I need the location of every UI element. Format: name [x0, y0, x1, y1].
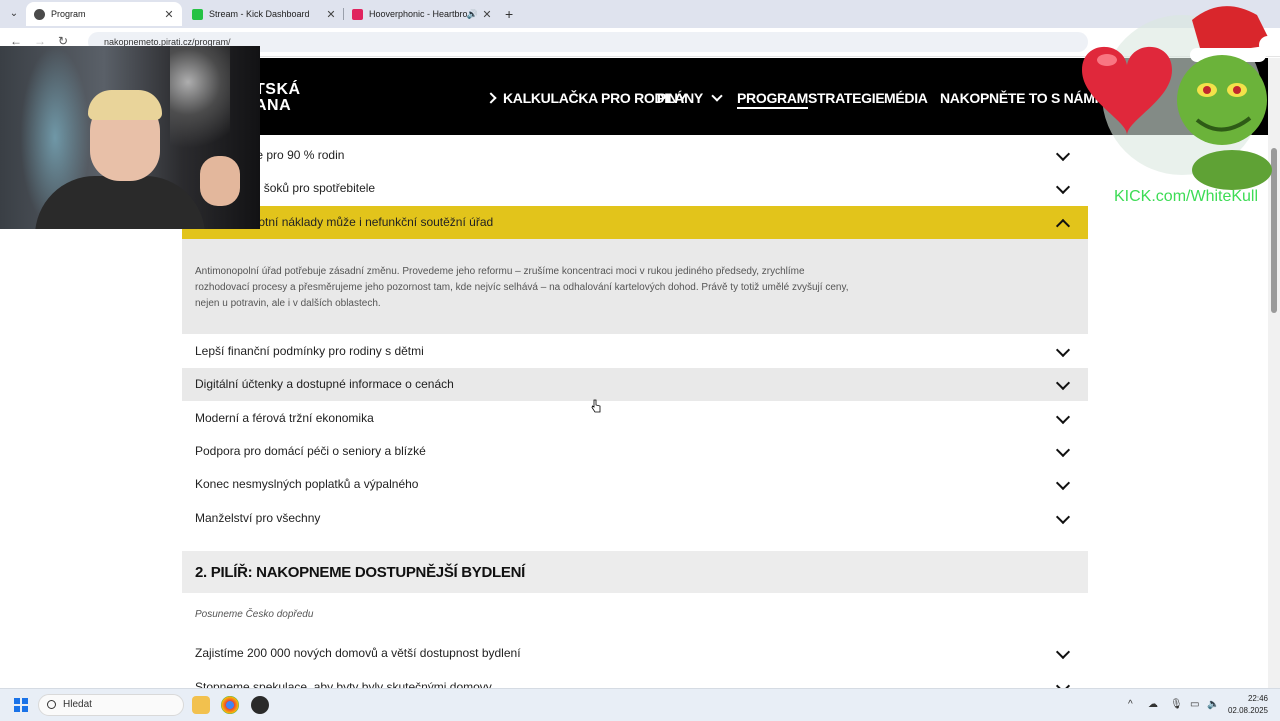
obs-icon[interactable]	[251, 696, 269, 714]
accordion-label: Konec nesmyslných poplatků a výpalného	[195, 477, 419, 491]
pillar-subtitle: Posuneme Česko dopředu	[195, 609, 314, 620]
accordion-label: Moderní a férová tržní ekonomika	[195, 411, 374, 425]
chevron-down-icon	[711, 90, 723, 102]
chevron-up-icon[interactable]: ^	[1128, 699, 1133, 710]
accordion-label: Podpora pro domácí péči o seniory a blíz…	[195, 444, 426, 458]
chevron-down-icon	[1055, 678, 1071, 688]
pillar-heading: 2. PILÍŘ: NAKOPNEME DOSTUPNĚJŠÍ BYDLENÍ	[182, 551, 1088, 593]
accordion-panel: Antimonopolní úřad potřebuje zásadní změ…	[182, 239, 1088, 334]
accordion-panel-text: Antimonopolní úřad potřebuje zásadní změ…	[195, 266, 849, 309]
clock-date: 02.08.2025	[1227, 706, 1268, 715]
webcam-overlay	[0, 46, 260, 229]
nav-strategie[interactable]: STRATEGIE	[808, 90, 885, 106]
accordion-label: Lepší finanční podmínky pro rodiny s dět…	[195, 344, 424, 358]
tab-label: Program	[51, 9, 86, 19]
grinch-heart-sticker-icon	[1082, 6, 1277, 190]
nav-strategie-label: STRATEGIE	[808, 90, 885, 106]
accordion-item[interactable]: y peněžence pro 90 % rodin	[182, 139, 1088, 172]
tab-label: Hooverphonic - Heartbroke	[369, 9, 467, 19]
chevron-down-icon	[1055, 179, 1071, 195]
close-tab-icon[interactable]: ✕	[324, 8, 338, 21]
new-tab-button[interactable]: +	[505, 5, 513, 23]
pirate-favicon-icon	[34, 8, 45, 20]
arrow-right-icon	[485, 92, 497, 104]
chevron-down-icon	[1055, 342, 1071, 358]
accordion-item[interactable]: Lepší finanční podmínky pro rodiny s dět…	[182, 335, 1088, 368]
accordion-item[interactable]: Zajistíme 200 000 nových domovů a větší …	[182, 637, 1088, 670]
pillar-title: 2. PILÍŘ: NAKOPNEME DOSTUPNĚJŠÍ BYDLENÍ	[195, 564, 526, 581]
accordion-item[interactable]: ergetika bez šoků pro spotřebitele	[182, 172, 1088, 205]
chevron-down-icon	[1055, 475, 1071, 491]
file-explorer-icon[interactable]	[192, 696, 210, 714]
taskbar-search-field[interactable]: Hledat	[38, 694, 184, 716]
windows-start-icon[interactable]	[14, 698, 28, 712]
microphone-icon[interactable]: 🎙	[1170, 699, 1183, 710]
taskbar-search-label: Hledat	[63, 699, 92, 710]
accordion-label: Digitální účtenky a dostupné informace o…	[195, 377, 454, 391]
chrome-icon[interactable]	[221, 696, 239, 714]
logo-line-2: ANA	[255, 97, 292, 114]
audio-playing-icon[interactable]: 🔊	[467, 9, 478, 20]
hand-cursor-icon	[591, 399, 601, 413]
accordion-label: Zajistíme 200 000 nových domovů a větší …	[195, 646, 521, 660]
webcam-tinsel	[170, 46, 230, 166]
nav-plany-label: PLÁNY	[657, 90, 703, 106]
accordion-item[interactable]: Podpora pro domácí péči o seniory a blíz…	[182, 435, 1088, 468]
chevron-down-icon	[1055, 442, 1071, 458]
accordion-item[interactable]: Stopneme spekulace, aby byty byly skuteč…	[182, 671, 1088, 688]
tab-youtube[interactable]: Hooverphonic - Heartbroke 🔊 ✕	[344, 2, 500, 26]
chevron-down-icon	[1055, 375, 1071, 391]
accordion-label: Manželství pro všechny	[195, 511, 321, 525]
tab-program[interactable]: Program ✕	[26, 2, 182, 26]
nav-media-label: MÉDIA	[884, 90, 928, 106]
tab-kick-dashboard[interactable]: Stream - Kick Dashboard ✕	[184, 2, 344, 26]
kick-channel-overlay: KICK.com/WhiteKull	[1114, 188, 1259, 205]
volume-icon[interactable]: 🔈	[1207, 699, 1219, 710]
nav-media[interactable]: MÉDIA	[884, 90, 928, 106]
tab-search-dropdown-icon[interactable]: ⌄	[5, 5, 23, 23]
kick-favicon-icon	[192, 8, 203, 20]
chevron-up-icon	[1055, 218, 1071, 234]
logo-line-1: TSKÁ	[255, 81, 301, 98]
accordion-item[interactable]: Moderní a férová tržní ekonomika	[182, 402, 1088, 435]
tab-label: Stream - Kick Dashboard	[209, 9, 310, 19]
accordion-item-hovered[interactable]: Digitální účtenky a dostupné informace o…	[182, 368, 1088, 401]
windows-taskbar: Hledat ^ ☁ 🎙 ▭ 🔈 22:46 02.08.2025	[0, 688, 1280, 721]
site-logo[interactable]: TSKÁ ANA	[255, 82, 301, 114]
accordion-item[interactable]: Konec nesmyslných poplatků a výpalného	[182, 468, 1088, 501]
chevron-down-icon	[1055, 509, 1071, 525]
network-icon[interactable]: ▭	[1190, 699, 1199, 710]
youtube-favicon-icon	[352, 8, 363, 20]
webcam-person-hand	[200, 156, 240, 206]
accordion-item[interactable]: Manželství pro všechny	[182, 502, 1088, 535]
chevron-down-icon	[1055, 644, 1071, 660]
close-tab-icon[interactable]: ✕	[162, 8, 176, 21]
nav-program[interactable]: PROGRAM	[737, 90, 808, 109]
onedrive-icon[interactable]: ☁	[1148, 699, 1158, 710]
chevron-down-icon	[1055, 146, 1071, 162]
taskbar-clock[interactable]: 22:46 02.08.2025	[1226, 693, 1268, 717]
nav-plany[interactable]: PLÁNY	[657, 90, 723, 106]
webcam-person-hair	[88, 90, 162, 120]
clock-time: 22:46	[1247, 694, 1268, 703]
nav-program-label: PROGRAM	[737, 90, 809, 106]
chevron-down-icon	[1055, 409, 1071, 425]
accordion-label: Stopneme spekulace, aby byty byly skuteč…	[195, 680, 492, 688]
close-tab-icon[interactable]: ✕	[480, 8, 494, 21]
accordion-item-open[interactable]: traviny a životní náklady může i nefunkč…	[182, 206, 1088, 239]
search-icon	[47, 700, 56, 709]
